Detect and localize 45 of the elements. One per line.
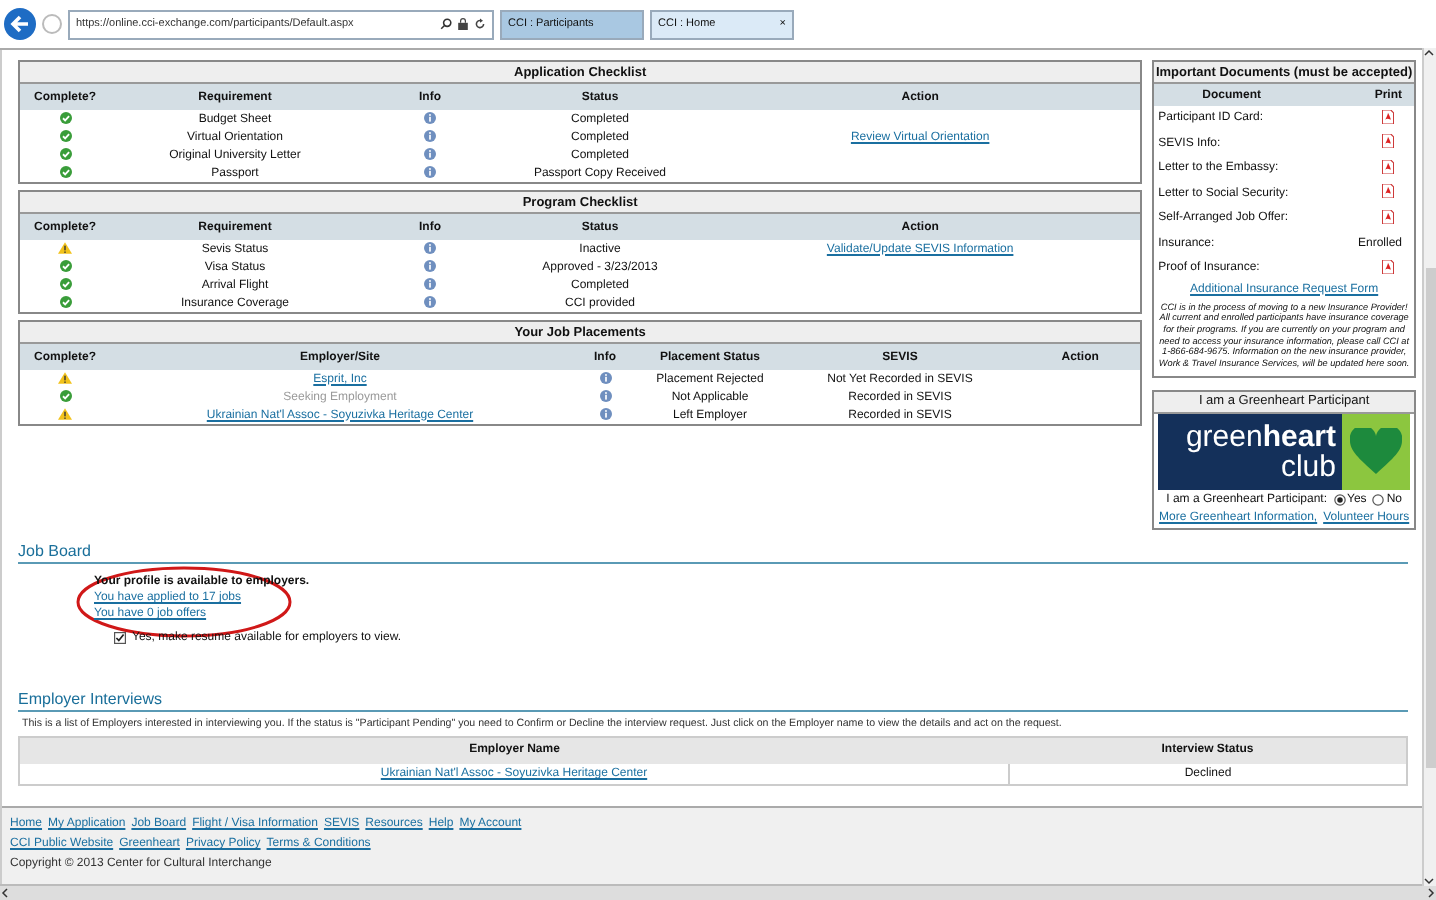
section-title: Employer Interviews (18, 689, 1408, 712)
back-icon[interactable] (4, 8, 36, 40)
horizontal-scrollbar[interactable] (0, 884, 1436, 900)
warning-icon (58, 407, 72, 419)
check-icon (59, 165, 71, 177)
check-icon (59, 277, 71, 289)
radio-button[interactable] (1372, 493, 1385, 506)
info-icon[interactable] (424, 295, 436, 307)
check-icon (59, 129, 71, 141)
warning-icon (58, 371, 72, 383)
refresh-icon[interactable] (474, 18, 486, 30)
lock-icon[interactable] (458, 18, 468, 30)
pdf-icon[interactable] (1382, 109, 1394, 124)
info-icon[interactable] (424, 111, 436, 123)
info-icon[interactable] (424, 129, 436, 141)
info-icon[interactable] (424, 259, 436, 271)
info-icon[interactable] (424, 147, 436, 159)
scroll-right-icon[interactable] (1426, 888, 1436, 898)
pdf-icon[interactable] (1382, 209, 1394, 224)
warning-icon (58, 241, 72, 253)
heart-icon (1350, 427, 1402, 476)
pdf-icon[interactable] (1382, 184, 1394, 199)
check-icon (59, 259, 71, 271)
vertical-scrollbar[interactable] (1422, 48, 1436, 886)
scroll-down-icon[interactable] (1424, 876, 1434, 886)
info-icon[interactable] (599, 389, 611, 401)
search-icon[interactable] (440, 18, 452, 30)
section-title: Job Board (18, 541, 1408, 564)
info-icon[interactable] (424, 165, 436, 177)
scroll-left-icon[interactable] (0, 888, 10, 898)
info-icon[interactable] (424, 241, 436, 253)
greenheart-logo: greenheart club (1158, 413, 1410, 490)
check-icon (59, 389, 71, 401)
info-icon[interactable] (424, 277, 436, 289)
pdf-icon[interactable] (1382, 259, 1394, 274)
check-icon (59, 147, 71, 159)
radio-button[interactable] (1333, 493, 1346, 506)
info-icon[interactable] (599, 407, 611, 419)
pdf-icon[interactable] (1382, 134, 1394, 149)
info-icon[interactable] (599, 371, 611, 383)
check-icon (59, 295, 71, 307)
check-icon (59, 111, 71, 123)
pdf-icon[interactable] (1382, 159, 1394, 174)
scroll-up-icon[interactable] (1424, 48, 1434, 58)
checkbox[interactable] (114, 631, 126, 644)
